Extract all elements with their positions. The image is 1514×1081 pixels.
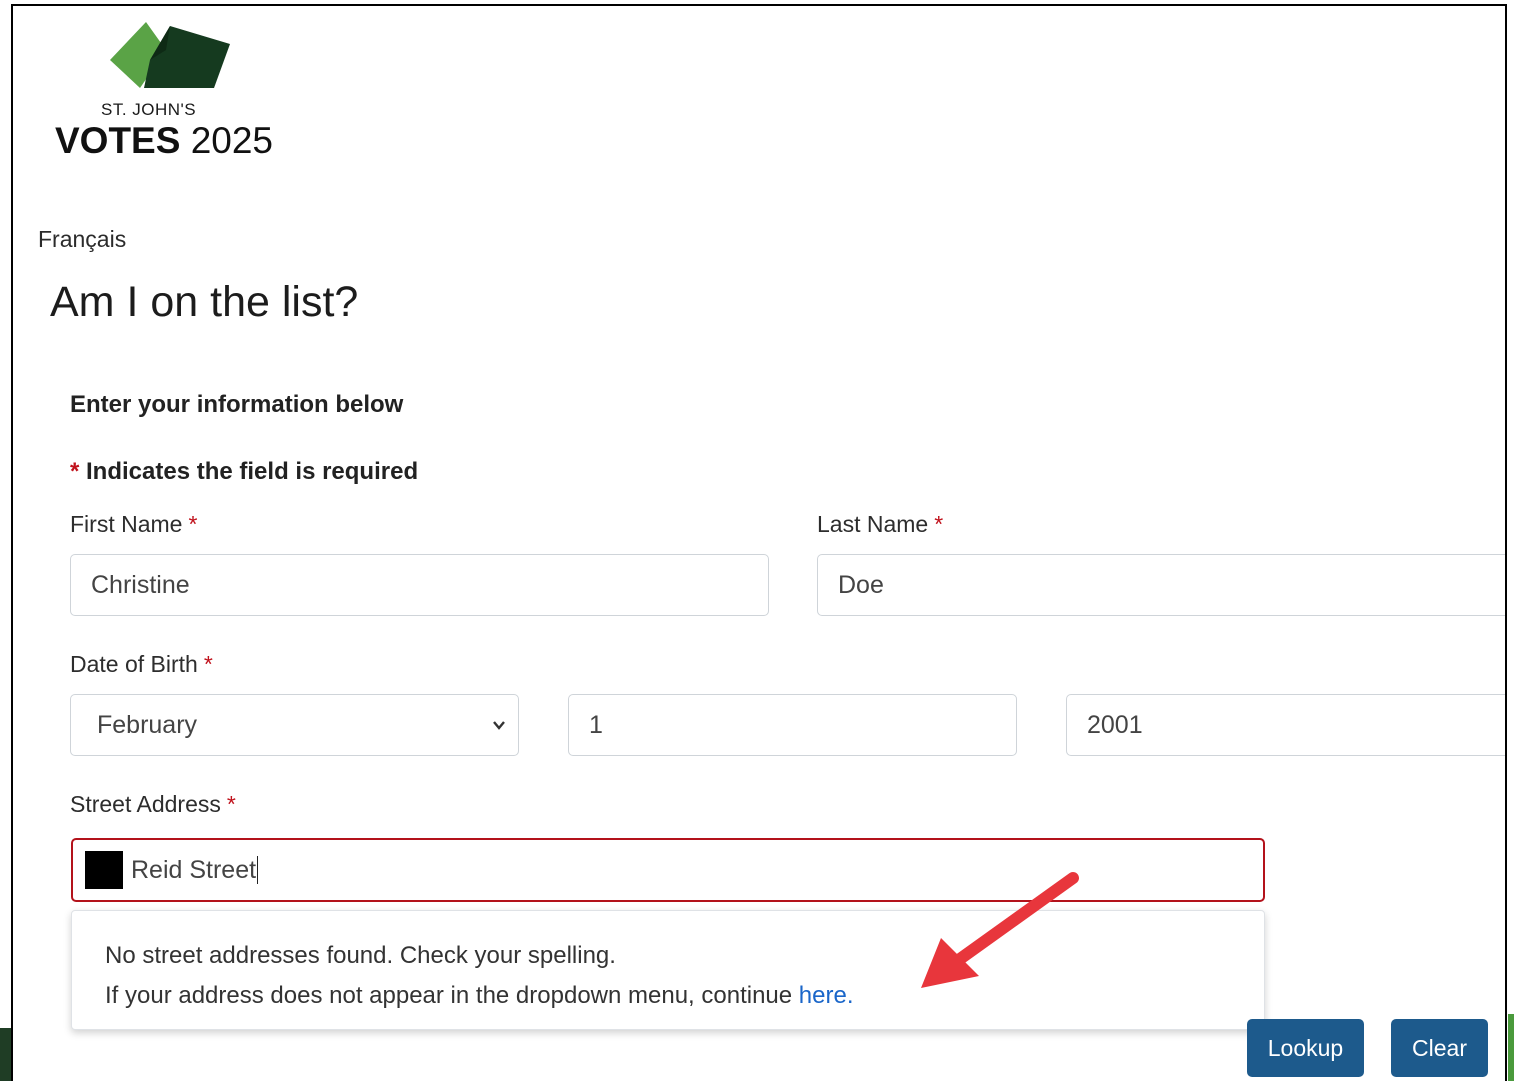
st-johns-votes-logo: ST. JOHN'S VOTES 2025 xyxy=(55,20,285,170)
date-of-birth-label: Date of Birth * xyxy=(70,651,213,677)
page-title: Am I on the list? xyxy=(50,278,359,326)
annotation-arrow-icon xyxy=(921,872,1079,988)
first-name-label: First Name * xyxy=(70,511,198,537)
last-name-label: Last Name * xyxy=(817,511,944,537)
lookup-button[interactable]: Lookup xyxy=(1247,1019,1364,1077)
form-intro: Enter your information below xyxy=(70,391,404,418)
background-accent-dark xyxy=(0,1028,11,1081)
background-accent-green xyxy=(1508,1014,1514,1081)
birth-day-input[interactable]: 1 xyxy=(568,694,1017,756)
chevron-down-icon xyxy=(493,721,505,730)
birth-month-select[interactable]: February xyxy=(70,694,519,756)
birth-year-input[interactable]: 2001 xyxy=(1066,694,1505,756)
street-address-label: Street Address * xyxy=(70,791,236,817)
page-frame: ST. JOHN'S VOTES 2025 Français Am I on t… xyxy=(11,4,1507,1081)
first-name-input[interactable]: Christine xyxy=(70,554,769,616)
clear-button[interactable]: Clear xyxy=(1391,1019,1488,1077)
language-toggle-link[interactable]: Français xyxy=(38,226,126,253)
logo-leaf-icon xyxy=(110,22,230,88)
last-name-input[interactable]: Doe xyxy=(817,554,1505,616)
logo-title: VOTES 2025 xyxy=(55,120,274,161)
redacted-house-number xyxy=(85,851,123,889)
continue-here-link[interactable]: here. xyxy=(799,982,854,1009)
logo-city-text: ST. JOHN'S xyxy=(101,100,197,119)
required-note: * Indicates the field is required xyxy=(70,458,419,485)
text-cursor xyxy=(257,856,259,884)
